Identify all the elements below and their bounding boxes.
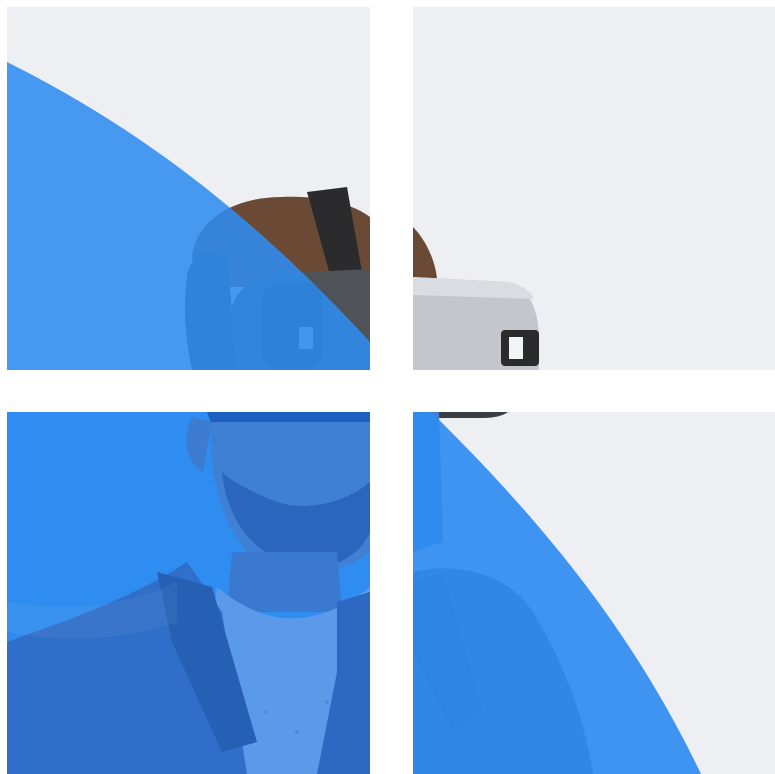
image-tile-top-right	[413, 7, 775, 370]
image-tile-top-left	[7, 7, 370, 370]
tile-bottom-left-graphic	[7, 412, 370, 774]
image-tile-bottom-left	[7, 412, 370, 774]
shirt-dot	[325, 700, 329, 704]
shirt-dot	[295, 730, 299, 734]
headset-clip-detail	[509, 337, 523, 359]
tile-bottom-right-graphic	[413, 412, 775, 774]
photo-grid	[0, 0, 775, 774]
tile-top-left-graphic	[7, 7, 370, 370]
shirt-dot	[263, 710, 267, 714]
tile-top-right-graphic	[413, 7, 775, 370]
image-tile-bottom-right	[413, 412, 775, 774]
neck	[227, 552, 342, 612]
